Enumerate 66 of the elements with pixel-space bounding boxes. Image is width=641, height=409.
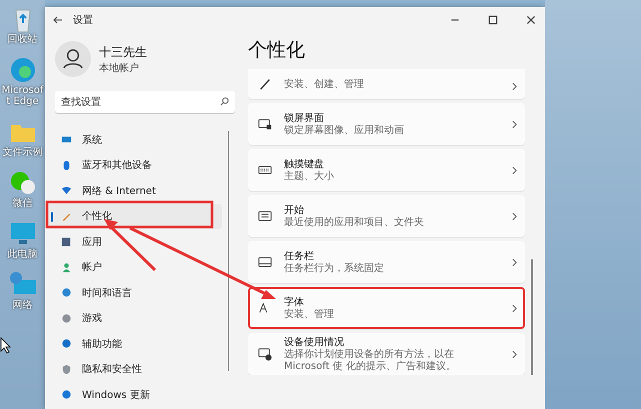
avatar-icon — [55, 41, 91, 77]
page-title: 个性化 — [248, 38, 306, 63]
brush-icon — [258, 77, 272, 91]
nav-item[interactable]: 帐户 — [45, 254, 222, 280]
apps-icon — [61, 236, 72, 248]
person-icon — [61, 262, 72, 273]
close-icon[interactable] — [525, 14, 537, 26]
settings-card[interactable]: 锁屏界面 锁定屏幕图像、应用和动画 — [248, 103, 525, 145]
card-description: 主题、大小 — [284, 171, 335, 183]
card-title: 任务栏 — [284, 250, 315, 262]
settings-card[interactable]: 任务栏 任务栏行为，系统固定 — [248, 241, 525, 283]
nav-item[interactable]: 应用 — [45, 229, 222, 254]
card-description: 锁定屏幕图像、应用和动画 — [284, 125, 405, 137]
nav-item[interactable]: 辅助功能 — [45, 331, 222, 356]
card-description: 选择你计划使用设备的所有方法，以在 Microsoft 使 化的提示、广告和建议。 — [284, 349, 457, 373]
card-description: 安装、管理 — [284, 309, 335, 321]
desktop-icon-label: Microsoft Edge — [0, 85, 44, 107]
card-title: 开始 — [284, 204, 305, 216]
taskbar-icon — [258, 255, 272, 269]
lock-screen-icon — [258, 117, 272, 131]
chevron-icon — [512, 212, 517, 220]
user-name: 十三先生 — [99, 44, 147, 60]
cursor-icon — [0, 337, 11, 354]
nav-item[interactable]: 蓝牙和其他设备 — [45, 152, 222, 178]
nav-item[interactable]: 网络 & Internet — [45, 178, 222, 204]
nav-item[interactable]: 游戏 — [45, 306, 222, 331]
search-field[interactable]: 查找设置 — [55, 91, 235, 113]
settings-card[interactable]: 字体 安装、管理 — [248, 287, 525, 329]
start-menu-icon — [258, 209, 272, 223]
device-check-icon — [258, 347, 272, 361]
chevron-icon — [512, 120, 517, 128]
card-description: 安装、创建、管理 — [284, 79, 365, 91]
card-title: 锁屏界面 — [284, 112, 325, 124]
nav-item[interactable]: 系统 — [45, 127, 222, 152]
chevron-icon — [512, 258, 517, 266]
desktop-icon-label: 文件示例 — [2, 147, 44, 158]
desktop-icon-label: 回收站 — [6, 34, 38, 45]
chevron-icon — [512, 166, 517, 174]
back-icon[interactable] — [53, 15, 63, 25]
bluetooth-icon — [61, 160, 72, 171]
nav-item[interactable]: Windows 更新 — [45, 382, 222, 408]
account-type: 本地帐户 — [99, 62, 140, 74]
maximize-icon[interactable] — [487, 14, 499, 26]
settings-card[interactable]: 开始 最近使用的应用和项目、文件夹 — [248, 195, 525, 237]
card-description: 任务栏行为，系统固定 — [284, 263, 385, 275]
card-title: 触摸键盘 — [284, 158, 325, 170]
desktop-icon-label: 网络 — [12, 300, 34, 311]
search-icon — [220, 97, 229, 106]
desktop-icon-label: 微信 — [12, 198, 34, 209]
keyboard-icon — [258, 163, 272, 177]
chevron-icon — [512, 350, 517, 358]
monitor-icon — [61, 134, 72, 146]
card-title: 设备使用情况 — [284, 336, 345, 348]
chevron-icon — [512, 304, 517, 312]
nav-item[interactable]: 隐私和安全性 — [45, 356, 222, 382]
shield-icon — [61, 364, 72, 375]
wifi-icon — [61, 185, 72, 196]
desktop-icon-label: 此电脑 — [6, 249, 38, 260]
card-description: 最近使用的应用和项目、文件夹 — [284, 217, 425, 229]
chevron-icon — [512, 82, 517, 91]
window-title: 设置 — [73, 14, 93, 27]
settings-card[interactable]: 安装、创建、管理 — [248, 69, 525, 99]
settings-card[interactable]: 设备使用情况 选择你计划使用设备的所有方法，以在 Microsoft 使 化的提示、广告和建议。 — [248, 333, 525, 375]
settings-card[interactable]: 触摸键盘 主题、大小 — [248, 149, 525, 191]
card-title: 字体 — [284, 296, 305, 308]
nav-item[interactable]: 时间和语言 — [45, 280, 222, 306]
